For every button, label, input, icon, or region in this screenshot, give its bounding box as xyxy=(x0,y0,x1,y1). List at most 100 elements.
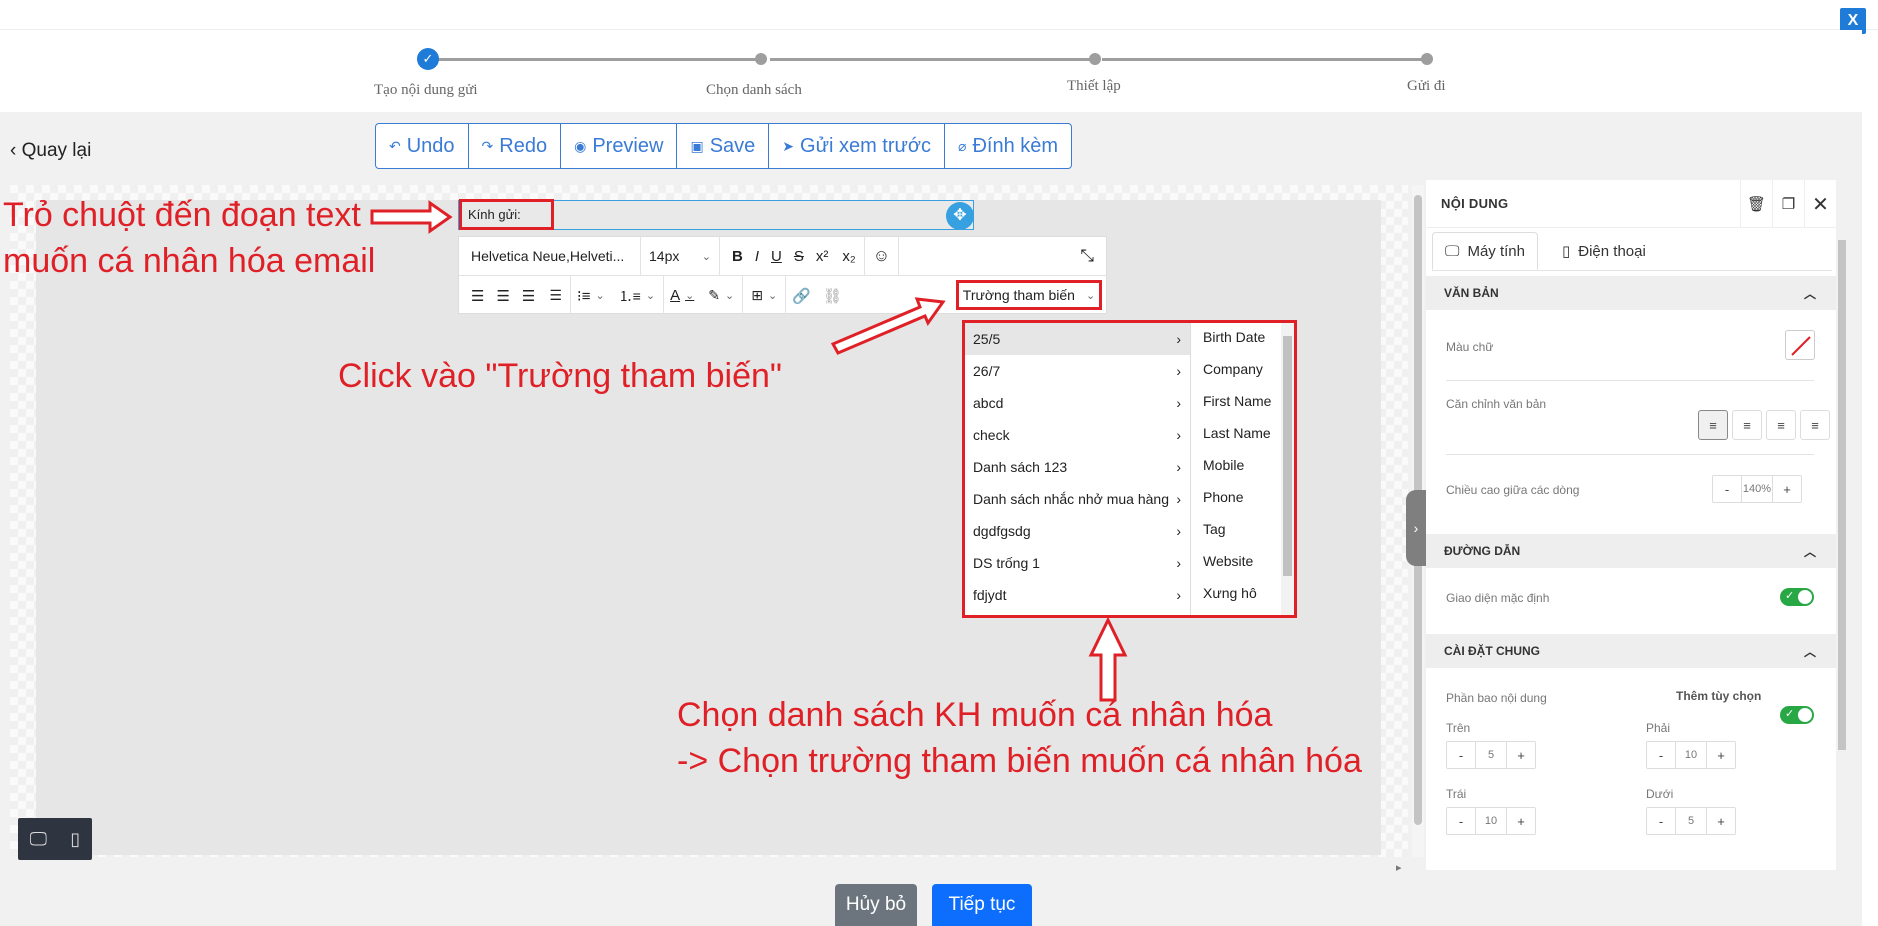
align-justify-icon[interactable]: ≡ xyxy=(1800,410,1830,440)
move-icon[interactable]: ✥ xyxy=(946,202,974,230)
menu-scrollbar-thumb[interactable] xyxy=(1283,336,1292,576)
link-icon[interactable]: 🔗 xyxy=(786,276,817,315)
back-link[interactable]: ‹ Quay lại xyxy=(10,140,91,162)
font-family-select[interactable]: Helvetica Neue,Helveti... xyxy=(459,236,641,276)
text-color-swatch[interactable] xyxy=(1785,330,1815,360)
variable-field-dropdown[interactable]: Trường tham biến ⌄ xyxy=(956,280,1102,310)
bullet-list-icon[interactable]: ⁝≡ ⌄ xyxy=(571,276,611,315)
emoji-icon[interactable]: ☺ xyxy=(865,236,900,276)
menu-item-field[interactable]: Phone xyxy=(1203,489,1243,505)
menu-item-list[interactable]: Danh sách 123 › xyxy=(965,451,1191,483)
menu-item-list[interactable]: DS trống 1 › xyxy=(965,547,1191,579)
tab-desktop[interactable]: 🖵 Máy tính xyxy=(1432,232,1538,270)
menu-item-field[interactable]: First Name xyxy=(1203,393,1271,409)
next-button[interactable]: Tiếp tục xyxy=(932,884,1032,926)
panel-collapse-handle[interactable]: › xyxy=(1406,490,1426,566)
align-right-icon[interactable]: ≡ xyxy=(1766,410,1796,440)
align-left-icon[interactable]: ☰ xyxy=(459,276,490,315)
increment-button[interactable]: + xyxy=(1507,742,1535,768)
section-general[interactable]: CÀI ĐẶT CHUNG ︿ xyxy=(1426,634,1836,668)
step-dot xyxy=(1421,53,1433,65)
align-justify-icon[interactable]: ☰ xyxy=(541,276,571,315)
align-right-icon[interactable]: ☰ xyxy=(516,276,541,315)
underline-icon[interactable]: U xyxy=(765,237,788,276)
line-height-value[interactable]: 140% xyxy=(1741,476,1773,502)
numbered-list-icon[interactable]: ⒈≡ ⌄ xyxy=(611,276,665,315)
trash-icon[interactable]: 🗑 xyxy=(1740,180,1772,228)
decrement-button[interactable]: - xyxy=(1447,742,1475,768)
decrement-button[interactable]: - xyxy=(1647,742,1675,768)
menu-item-list[interactable]: 25/5 › xyxy=(965,323,1191,355)
align-left-icon[interactable]: ≡ xyxy=(1698,410,1728,440)
menu-item-list[interactable]: check › xyxy=(965,419,1191,451)
padding-right-label: Phải xyxy=(1646,721,1671,735)
menu-item-list[interactable]: Danh sách nhắc nhở mua hàng › xyxy=(965,483,1191,515)
decrement-button[interactable]: - xyxy=(1447,808,1475,834)
superscript-icon[interactable]: x² xyxy=(810,237,835,276)
send-preview-label: Gửi xem trước xyxy=(800,134,932,157)
padding-right-value[interactable]: 10 xyxy=(1675,742,1707,768)
preview-button[interactable]: ◉ Preview xyxy=(561,124,678,168)
menu-item-list[interactable]: dgdfgsdg › xyxy=(965,515,1191,547)
undo-button[interactable]: ↶ Undo xyxy=(376,124,469,168)
menu-item-field[interactable]: Xưng hô xyxy=(1203,585,1257,601)
bold-icon[interactable]: B xyxy=(720,237,749,276)
increment-button[interactable]: + xyxy=(1707,742,1735,768)
decrement-button[interactable]: - xyxy=(1713,476,1741,502)
font-size-select[interactable]: 14px ⌄ xyxy=(641,236,720,276)
menu-item-field[interactable]: Birth Date xyxy=(1203,329,1265,345)
table-icon[interactable]: ⊞ ⌄ xyxy=(743,276,787,315)
italic-icon[interactable]: I xyxy=(749,237,765,276)
mobile-icon[interactable]: ▯ xyxy=(70,829,80,850)
chevron-down-icon: ⌄ xyxy=(645,290,656,302)
align-center-icon[interactable]: ☰ xyxy=(490,276,515,315)
text-block-content[interactable]: Kính gửi: xyxy=(468,207,521,222)
scroll-right-arrow-icon[interactable]: ▸ xyxy=(1396,861,1402,874)
text-color-icon[interactable]: A ⌄ xyxy=(664,276,700,315)
menu-item-field[interactable]: Last Name xyxy=(1203,425,1271,441)
subscript-icon[interactable]: x₂ xyxy=(834,236,865,276)
undo-label: Undo xyxy=(406,134,455,157)
strikethrough-icon[interactable]: S xyxy=(788,237,810,276)
panel-scrollbar-thumb[interactable] xyxy=(1838,240,1846,750)
menu-item-list[interactable]: fdjydt › xyxy=(965,579,1191,611)
padding-left-value[interactable]: 10 xyxy=(1475,808,1507,834)
section-text[interactable]: VĂN BẢN ︿ xyxy=(1426,276,1836,310)
duplicate-icon[interactable]: ❐ xyxy=(1772,180,1804,228)
close-icon[interactable]: ✕ xyxy=(1804,180,1836,228)
line-height-label: Chiều cao giữa các dòng xyxy=(1446,483,1580,497)
increment-button[interactable]: + xyxy=(1507,808,1535,834)
more-options-toggle[interactable]: ✓ xyxy=(1780,706,1814,724)
menu-item-list[interactable]: 26/7 › xyxy=(965,355,1191,387)
increment-button[interactable]: + xyxy=(1707,808,1735,834)
default-style-toggle[interactable]: ✓ xyxy=(1780,588,1814,606)
cancel-button[interactable]: Hủy bỏ xyxy=(835,884,917,926)
chevron-down-icon: ⌄ xyxy=(767,290,778,302)
menu-item-field[interactable]: Mobile xyxy=(1203,457,1244,473)
redo-button[interactable]: ↷ Redo xyxy=(469,124,562,168)
padding-left-stepper: - 10 + xyxy=(1446,807,1536,835)
send-preview-button[interactable]: ➤ Gửi xem trước xyxy=(769,124,946,168)
desktop-icon[interactable]: 🖵 xyxy=(30,829,47,850)
padding-top-value[interactable]: 5 xyxy=(1475,742,1507,768)
highlight-icon[interactable]: ✎ ⌄ xyxy=(700,276,744,315)
menu-item-list[interactable]: abcd › xyxy=(965,387,1191,419)
attach-button[interactable]: ⌀ Đính kèm xyxy=(945,124,1071,168)
section-link[interactable]: ĐƯỜNG DẪN ︿ xyxy=(1426,534,1836,568)
tab-mobile[interactable]: ▯ Điện thoại xyxy=(1550,232,1658,270)
unlink-icon[interactable]: ⛓ xyxy=(817,276,848,315)
menu-item-field[interactable]: Company xyxy=(1203,361,1263,377)
padding-bottom-value[interactable]: 5 xyxy=(1675,808,1707,834)
chevron-up-icon: ︿ xyxy=(1803,544,1816,559)
menu-item-field[interactable]: Tag xyxy=(1203,521,1226,537)
increment-button[interactable]: + xyxy=(1773,476,1801,502)
chevron-right-icon: › xyxy=(1176,523,1181,539)
align-center-icon[interactable]: ≡ xyxy=(1732,410,1762,440)
menu-item-field[interactable]: Website xyxy=(1203,553,1253,569)
save-button[interactable]: ▣ Save xyxy=(677,124,770,168)
decrement-button[interactable]: - xyxy=(1647,808,1675,834)
check-icon: ✓ xyxy=(1785,708,1795,720)
collapse-icon[interactable]: ⤡ xyxy=(1074,237,1106,276)
step-label-send: Gửi đi xyxy=(1407,78,1446,94)
divider xyxy=(1432,270,1832,271)
